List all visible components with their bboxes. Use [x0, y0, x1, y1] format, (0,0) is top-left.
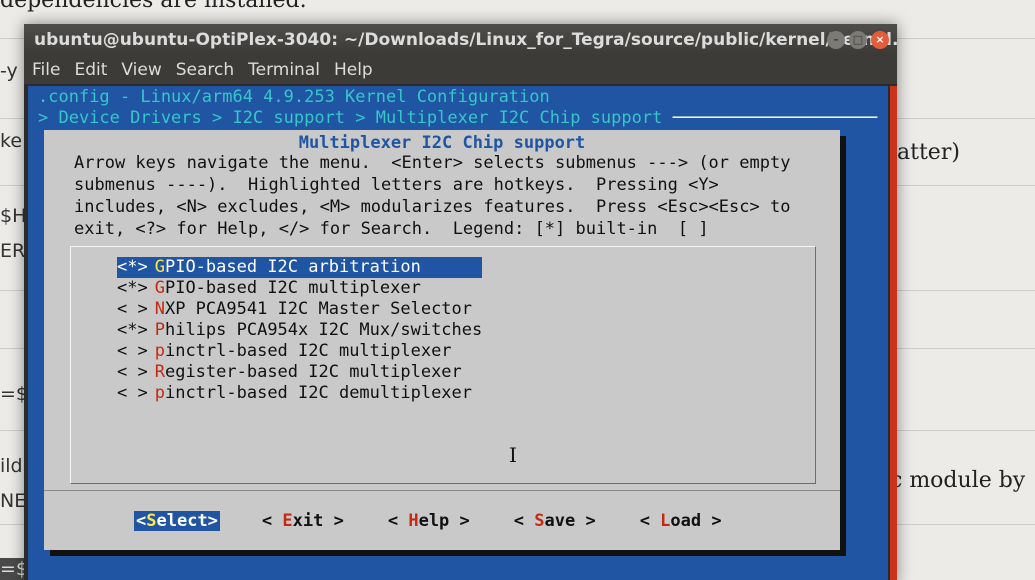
option-label: PIO-based I2C multiplexer	[164, 278, 421, 298]
option-mark: < >	[117, 299, 148, 319]
button-pre: <	[261, 511, 283, 531]
button-post: xit >	[292, 511, 344, 531]
button-post: elect>	[156, 511, 218, 531]
option-mark: <*>	[117, 278, 148, 298]
save-button[interactable]: < Save >	[512, 511, 598, 531]
option-hotkey: N	[154, 299, 165, 319]
background-left-fragment: $H	[0, 205, 27, 227]
background-top-text: dependencies are installed.	[0, 0, 307, 13]
option-hotkey: p	[154, 383, 165, 403]
load-button[interactable]: < Load >	[638, 511, 724, 531]
background-left-fragment: ild	[0, 455, 23, 477]
button-pre: <	[136, 511, 147, 531]
option-gpio-i2c-multiplexer[interactable]: <*> G PIO-based I2C multiplexer	[117, 278, 482, 299]
button-post: elp >	[418, 511, 470, 531]
button-hotkey: S	[146, 511, 157, 531]
maximize-icon[interactable]: □	[849, 31, 867, 49]
button-hotkey: S	[534, 511, 545, 531]
breadcrumb: > Device Drivers > I2C support > Multipl…	[38, 108, 877, 128]
window-controls: – □ ×	[827, 31, 889, 49]
menuconfig-dialog: Multiplexer I2C Chip support Arrow keys …	[44, 130, 840, 550]
button-bar: <Select> < Exit > < Help > < Save > < Lo…	[134, 511, 774, 531]
option-label: XP PCA9541 I2C Master Selector	[164, 299, 473, 319]
option-nxp-pca9541[interactable]: < > N XP PCA9541 I2C Master Selector	[117, 299, 482, 320]
background-left-fragment: ER	[0, 240, 26, 262]
menu-search[interactable]: Search	[176, 56, 234, 84]
button-post: ave >	[544, 511, 596, 531]
select-button[interactable]: <Select>	[134, 511, 220, 531]
option-label: egister-based I2C multiplexer	[164, 362, 462, 382]
option-mark: <*>	[117, 320, 148, 340]
option-gpio-i2c-arbitration[interactable]: <*> G PIO-based I2C arbitration	[117, 257, 483, 278]
menu-file[interactable]: File	[32, 56, 60, 84]
option-label: PIO-based I2C arbitration	[164, 257, 421, 277]
option-hotkey: G	[154, 278, 165, 298]
option-mark: < >	[117, 383, 148, 403]
help-button[interactable]: < Help >	[386, 511, 472, 531]
button-post: oad >	[670, 511, 722, 531]
option-hotkey: P	[154, 320, 165, 340]
menu-help[interactable]: Help	[334, 56, 373, 84]
text-cursor-icon: I	[509, 443, 517, 467]
close-icon[interactable]: ×	[871, 31, 889, 49]
help-line: submenus ----). Highlighted letters are …	[74, 175, 719, 195]
option-label: inctrl-based I2C demultiplexer	[164, 383, 473, 403]
menu-edit[interactable]: Edit	[74, 56, 107, 84]
breadcrumb-rule: ────────────────────	[672, 108, 878, 128]
button-hotkey: L	[660, 511, 671, 531]
help-line: exit, <?> for Help, </> for Search. Lege…	[74, 219, 709, 239]
button-pre: <	[513, 511, 535, 531]
option-hotkey: R	[154, 362, 165, 382]
button-pre: <	[387, 511, 409, 531]
button-separator	[44, 490, 840, 491]
help-text: Arrow keys navigate the menu. <Enter> se…	[74, 152, 834, 240]
minimize-icon[interactable]: –	[827, 31, 845, 49]
help-line: includes, <N> excludes, <M> modularizes …	[74, 197, 791, 217]
config-title: .config - Linux/arm64 4.9.253 Kernel Con…	[38, 87, 550, 107]
window-titlebar[interactable]: ubuntu@ubuntu-OptiPlex-3040: ~/Downloads…	[24, 24, 897, 56]
options-list: <*> G PIO-based I2C arbitration <*> G PIO-ba…	[117, 257, 483, 404]
background-right-text-1: atter)	[897, 140, 960, 165]
terminal-window: ubuntu@ubuntu-OptiPlex-3040: ~/Downloads…	[24, 24, 897, 580]
option-pinctrl-demultiplexer[interactable]: < > p inctrl-based I2C demultiplexer	[117, 383, 482, 404]
terminal-content[interactable]: .config - Linux/arm64 4.9.253 Kernel Con…	[28, 86, 888, 580]
menu-bar: File Edit View Search Terminal Help	[24, 56, 897, 84]
breadcrumb-path: > Device Drivers > I2C support > Multipl…	[38, 108, 663, 128]
button-hotkey: E	[282, 511, 293, 531]
background-left-fragment: -y	[0, 60, 18, 82]
option-label: inctrl-based I2C multiplexer	[164, 341, 452, 361]
menu-view[interactable]: View	[121, 56, 161, 84]
background-left-fragment: ke	[0, 130, 23, 152]
background-right-text-2: c module by	[890, 468, 1026, 493]
exit-button[interactable]: < Exit >	[260, 511, 346, 531]
options-list-box: <*> G PIO-based I2C arbitration <*> G PIO-ba…	[70, 246, 816, 484]
option-hotkey: G	[154, 257, 165, 277]
window-edge-accent	[890, 86, 897, 580]
option-label: hilips PCA954x I2C Mux/switches	[164, 320, 483, 340]
window-title: ubuntu@ubuntu-OptiPlex-3040: ~/Downloads…	[34, 30, 897, 50]
option-philips-pca954x[interactable]: <*> Philips PCA954x I2C Mux/switches	[117, 320, 482, 341]
option-pinctrl-multiplexer[interactable]: < > p inctrl-based I2C multiplexer	[117, 341, 482, 362]
option-register-multiplexer[interactable]: < > Register-based I2C multiplexer	[117, 362, 482, 383]
dialog-title: Multiplexer I2C Chip support	[298, 133, 586, 153]
background-left-fragment: NE	[0, 490, 27, 512]
option-mark: < >	[117, 341, 148, 361]
help-line: Arrow keys navigate the menu. <Enter> se…	[74, 153, 791, 173]
option-mark: <*>	[117, 257, 148, 277]
menu-terminal[interactable]: Terminal	[248, 56, 320, 84]
button-hotkey: H	[408, 511, 419, 531]
option-mark: < >	[117, 362, 148, 382]
option-hotkey: p	[154, 341, 165, 361]
button-pre: <	[639, 511, 661, 531]
